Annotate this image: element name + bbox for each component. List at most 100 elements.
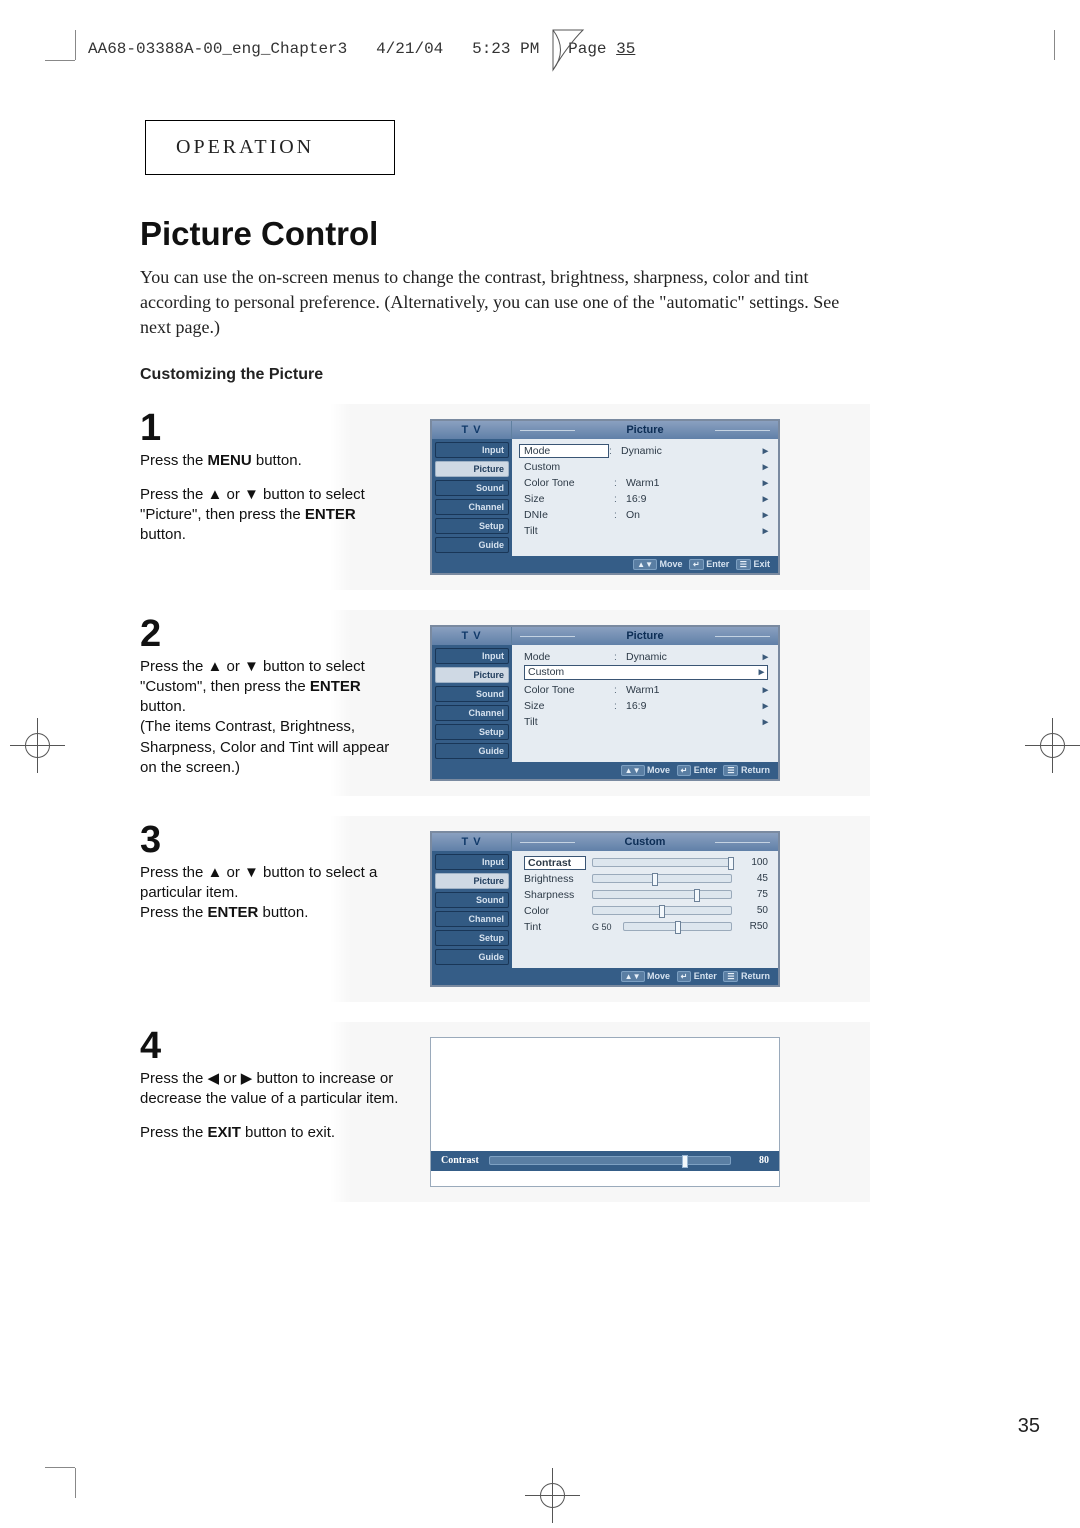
updown-icon: ▲▼ <box>621 971 645 982</box>
slug-time: 5:23 PM <box>472 40 539 58</box>
enter-key-icon: ↵ <box>677 971 692 982</box>
osd-row-val: 16:9 <box>626 493 756 505</box>
crop-mark <box>45 60 75 61</box>
section-label-box: OPERATION <box>145 120 395 175</box>
chevron-right-icon: ▸ <box>756 525 768 537</box>
slider-value: 45 <box>738 873 768 884</box>
osd-nav: Input Picture Sound Channel Setup Guide <box>432 439 512 556</box>
osd-tv-label: T V <box>432 833 512 851</box>
menu-key-icon: ☰ <box>723 971 738 982</box>
slider-thumb <box>682 1155 688 1168</box>
osd-nav-channel: Channel <box>435 499 509 515</box>
osd-row-key: Size <box>524 493 614 505</box>
chevron-right-icon: ▸ <box>756 461 768 473</box>
chevron-right-icon: ▸ <box>756 509 768 521</box>
osd-footer: ▲▼ Move ↵ Enter ☰ Return <box>432 762 778 779</box>
chevron-right-icon: ▸ <box>756 700 768 712</box>
crop-mark <box>75 1468 76 1498</box>
slug-page-no: 35 <box>616 40 635 58</box>
slider-value: R50 <box>738 921 768 932</box>
chevron-right-icon: ▸ <box>756 477 768 489</box>
slider-label: Sharpness <box>524 889 586 901</box>
enter-key-icon: ↵ <box>677 765 692 776</box>
updown-icon: ▲▼ <box>633 559 657 570</box>
osd-row-val: Dynamic <box>621 445 756 457</box>
page-curl-icon <box>548 25 588 75</box>
page-title: Picture Control <box>140 215 870 253</box>
osd-footer: ▲▼ Move ↵ Enter ☰ Exit <box>432 556 778 573</box>
osd-nav: Input Picture Sound Channel Setup Guide <box>432 645 512 762</box>
osd-tv-label: T V <box>432 627 512 645</box>
crop-mark <box>1054 30 1055 60</box>
osd-row-key: Custom <box>524 461 614 473</box>
slider-thumb <box>728 857 734 870</box>
bar-value: 80 <box>741 1155 769 1166</box>
step-2: 2 Press the ▲ or ▼ button to select "Cus… <box>140 610 870 796</box>
page-number: 35 <box>1018 1415 1040 1438</box>
osd-slider-row: Color 50 <box>524 903 768 919</box>
subheading: Customizing the Picture <box>140 366 870 384</box>
osd-row-key: Color Tone <box>524 477 614 489</box>
slider-label: Contrast <box>524 856 586 870</box>
osd-title: Picture <box>512 421 778 439</box>
step-number: 3 <box>140 821 405 859</box>
slider-track <box>489 1156 731 1165</box>
enter-key-icon: ↵ <box>689 559 704 570</box>
section-label: OPERATION <box>176 136 314 159</box>
step-number: 4 <box>140 1027 405 1065</box>
osd-picture-menu: T V Picture Input Picture Sound Channel … <box>430 419 780 575</box>
osd-content: Mode:Dynamic▸ Custom▸ Color Tone:Warm1▸ … <box>512 645 778 762</box>
osd-slider-row: Contrast 100 <box>524 855 768 871</box>
osd-nav-guide: Guide <box>435 537 509 553</box>
osd-row-key: Tilt <box>524 525 614 537</box>
chevron-right-icon: ▸ <box>756 445 768 457</box>
osd-title: Picture <box>512 627 778 645</box>
step-1: 1 Press the MENU button. Press the ▲ or … <box>140 404 870 590</box>
slider-label: Brightness <box>524 873 586 885</box>
osd-nav-input: Input <box>435 442 509 458</box>
step-text: Press the ▲ or ▼ button to select a part… <box>140 863 405 924</box>
osd-custom-menu: T V Custom Input Picture Sound Channel S… <box>430 831 780 987</box>
slider-track <box>592 906 732 915</box>
slider-thumb <box>694 889 700 902</box>
menu-key-icon: ☰ <box>736 559 751 570</box>
slider-thumb <box>659 905 665 918</box>
osd-slider-row: Brightness 45 <box>524 871 768 887</box>
slider-track <box>623 922 732 931</box>
osd-content: Mode:Dynamic▸ Custom▸ Color Tone:Warm1▸ … <box>512 439 778 556</box>
step-text: Press the MENU button. <box>140 451 405 471</box>
menu-key-icon: ☰ <box>723 765 738 776</box>
osd-row-val: Warm1 <box>626 477 756 489</box>
chevron-right-icon: ▸ <box>756 493 768 505</box>
osd-row-key: DNIe <box>524 509 614 521</box>
step-3: 3 Press the ▲ or ▼ button to select a pa… <box>140 816 870 1002</box>
chevron-right-icon: ▸ <box>756 651 768 663</box>
slider-thumb <box>675 921 681 934</box>
slider-track <box>592 890 732 899</box>
slider-value: 100 <box>738 857 768 868</box>
slider-track <box>592 858 732 867</box>
intro-paragraph: You can use the on-screen menus to chang… <box>140 265 870 341</box>
slider-value: 50 <box>738 905 768 916</box>
osd-nav: Input Picture Sound Channel Setup Guide <box>432 851 512 968</box>
registration-mark <box>10 718 65 773</box>
registration-mark <box>525 1468 580 1523</box>
osd-content: Contrast 100 Brightness 45 Sharpness75 Color 5… <box>512 851 778 968</box>
slider-thumb <box>652 873 658 886</box>
slug-file: AA68-03388A-00_eng_Chapter3 <box>88 40 347 58</box>
osd-adjust-bar: Contrast 80 <box>430 1037 780 1187</box>
slider-label: Color <box>524 905 586 917</box>
osd-row-val: On <box>626 509 756 521</box>
osd-slider-row: Sharpness75 <box>524 887 768 903</box>
osd-nav-picture: Picture <box>435 461 509 477</box>
osd-title: Custom <box>512 833 778 851</box>
osd-nav-sound: Sound <box>435 480 509 496</box>
slug-date: 4/21/04 <box>376 40 443 58</box>
slider-label: Tint <box>524 921 586 933</box>
step-number: 2 <box>140 615 405 653</box>
step-4: 4 Press the ◀ or ▶ button to increase or… <box>140 1022 870 1202</box>
updown-icon: ▲▼ <box>621 765 645 776</box>
osd-picture-menu-custom: T V Picture Input Picture Sound Channel … <box>430 625 780 781</box>
chevron-right-icon: ▸ <box>756 684 768 696</box>
step-text: Press the ◀ or ▶ button to increase or d… <box>140 1069 405 1110</box>
